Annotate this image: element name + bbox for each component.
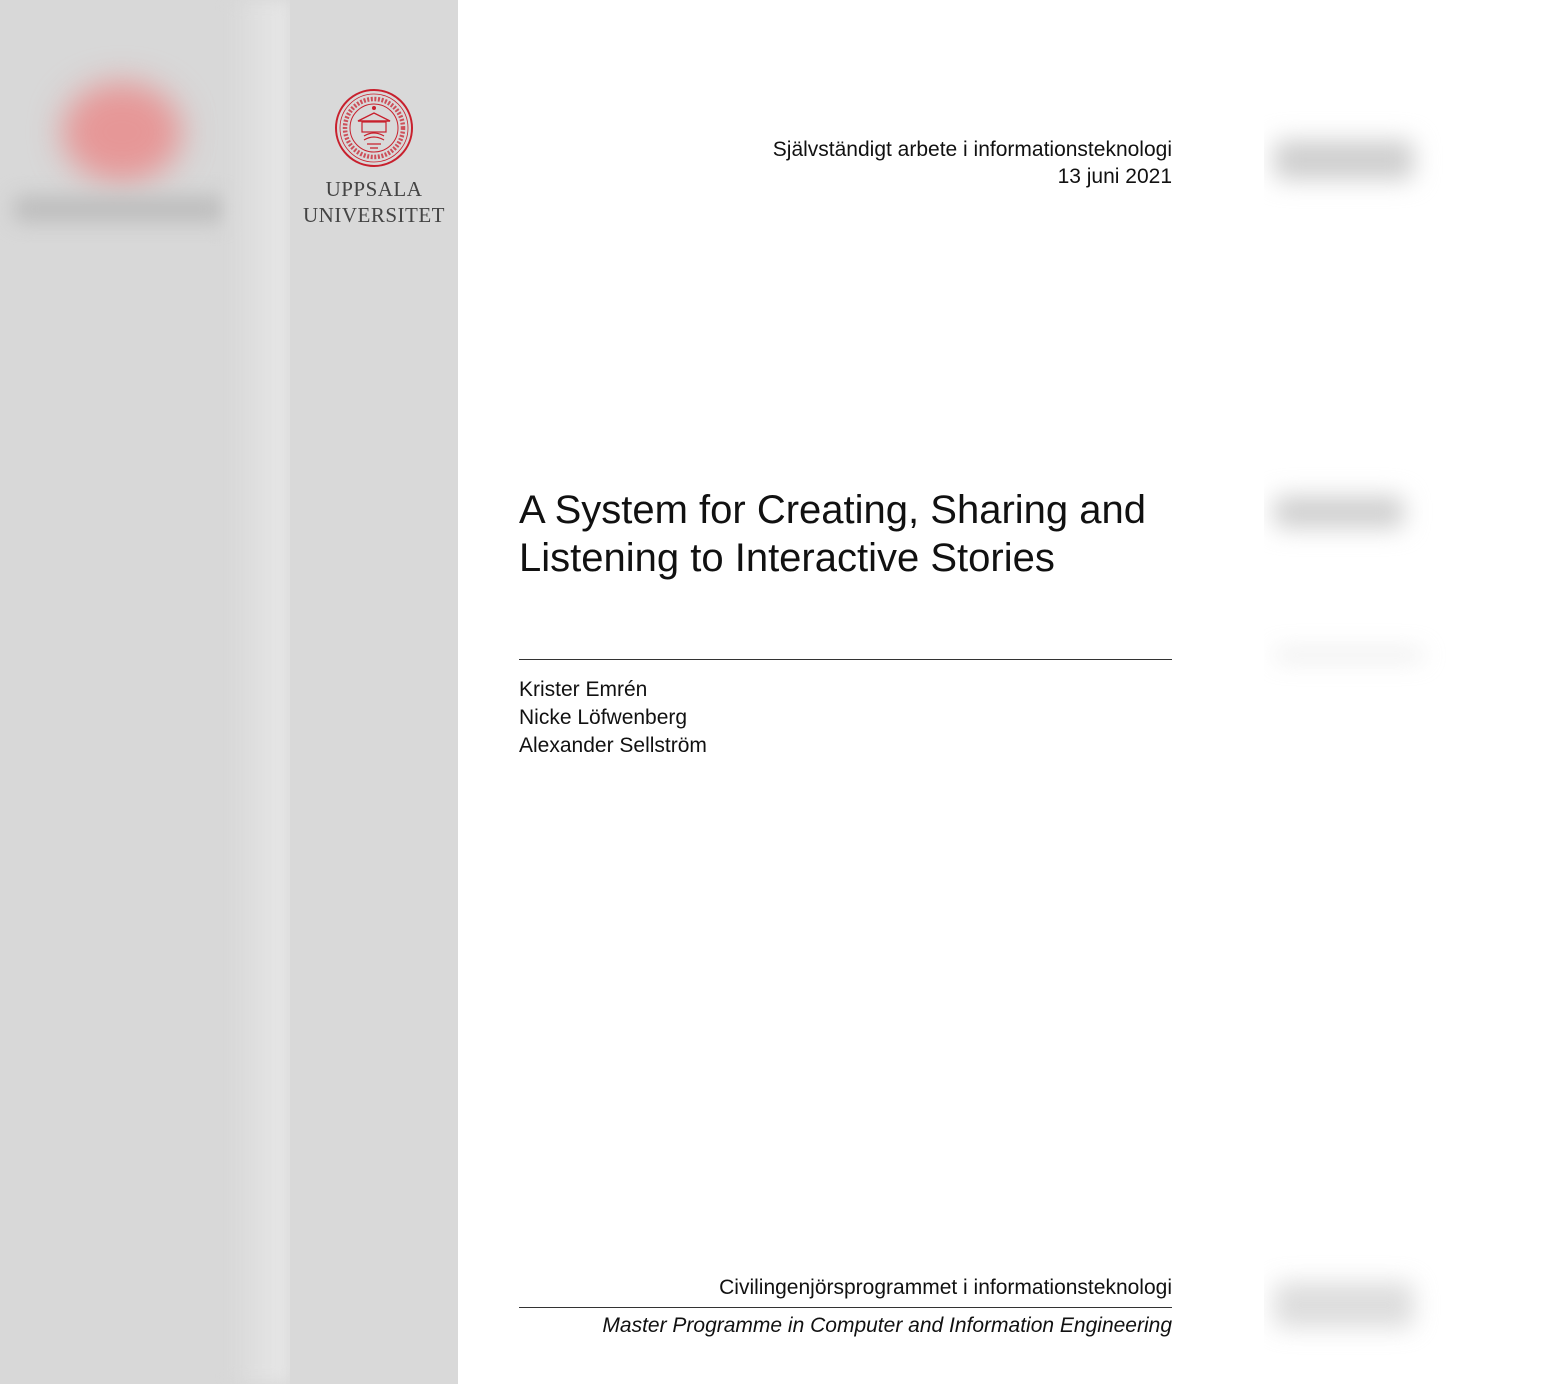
university-name-line2: UNIVERSITET (303, 203, 445, 227)
author-name: Krister Emrén (519, 678, 648, 701)
author-name: Nicke Löfwenberg (519, 706, 688, 729)
title-line-2: Listening to Interactive Stories (519, 536, 1055, 580)
divider (519, 1307, 1172, 1308)
author-list: Krister Emrén Nicke Löfwenberg Alexander… (519, 676, 707, 760)
author-name: Alexander Sellström (519, 734, 707, 757)
divider (519, 659, 1172, 660)
blurred-text (14, 196, 224, 222)
university-name-line1: UPPSALA (325, 177, 423, 201)
blurred-seal (62, 82, 182, 182)
background-blur-right (1264, 0, 1555, 1384)
document-title: A System for Creating, Sharing and Liste… (519, 486, 1199, 582)
thesis-date: 13 juni 2021 (1057, 165, 1172, 188)
programme-english: Master Programme in Computer and Informa… (602, 1314, 1172, 1337)
university-seal-icon (335, 89, 413, 167)
blurred-edge (230, 0, 290, 1384)
blurred-text (1274, 140, 1414, 180)
thesis-series: Självständigt arbete i informationstekno… (772, 138, 1172, 161)
document-page: UPPSALA UNIVERSITET Självständigt arbete… (290, 0, 1264, 1384)
programme-swedish: Civilingenjörsprogrammet i informationst… (719, 1276, 1172, 1299)
background-blur-left (0, 0, 290, 1384)
blurred-text (1274, 1282, 1414, 1328)
title-line-1: A System for Creating, Sharing and (519, 488, 1146, 532)
header-info: Självständigt arbete i informationstekno… (773, 136, 1172, 190)
university-logo: UPPSALA UNIVERSITET (290, 88, 458, 228)
blurred-text (1274, 650, 1424, 660)
blurred-text (1274, 496, 1404, 528)
